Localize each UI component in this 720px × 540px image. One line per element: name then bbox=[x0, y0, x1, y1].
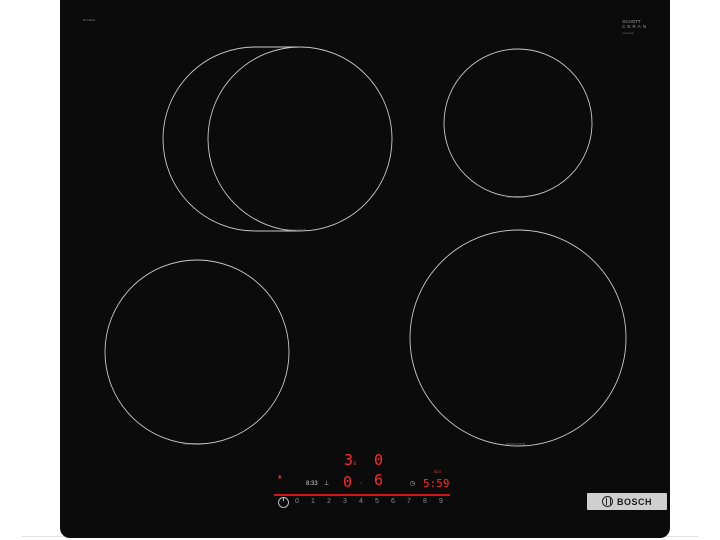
timer-display[interactable]: 5:59 bbox=[423, 478, 450, 489]
ceran-text: CERAN bbox=[622, 24, 648, 29]
flex-zone-left-ring bbox=[162, 46, 256, 232]
zone-bottom-left-ring bbox=[104, 259, 290, 445]
slider-number[interactable]: 5 bbox=[375, 498, 379, 505]
zone-label-top-right: INDUCTION bbox=[506, 195, 526, 199]
timer-icon[interactable]: ◷ bbox=[410, 480, 415, 487]
timer-unit-label: min bbox=[434, 469, 442, 474]
cooking-zones bbox=[104, 46, 627, 447]
zone-top-right-ring bbox=[443, 48, 593, 198]
slider-number[interactable]: 0 bbox=[295, 498, 299, 505]
zone-top-right-display[interactable]: 0 bbox=[374, 453, 383, 468]
slider-number[interactable]: 8 bbox=[423, 498, 427, 505]
zone-top-left-display[interactable]: 3s bbox=[344, 453, 357, 468]
flex-zone-icon[interactable]: ◦ bbox=[360, 481, 362, 487]
schott-ceran-logo: SCHOTT CERAN ceran.com bbox=[622, 19, 648, 36]
zone-bottom-left-display[interactable]: 0 bbox=[343, 475, 352, 490]
slider-number[interactable]: 1 bbox=[311, 498, 315, 505]
bosch-brand-plate: BOSCH bbox=[587, 493, 667, 510]
slider-number[interactable]: 2 bbox=[327, 498, 331, 505]
slider-number[interactable]: 6 bbox=[391, 498, 395, 505]
zone-label-flex: INDUCTION bbox=[287, 228, 307, 232]
slider-number[interactable]: 7 bbox=[407, 498, 411, 505]
clock-icon[interactable]: 8:33 bbox=[306, 481, 318, 487]
zone-bottom-right-ring bbox=[409, 229, 627, 447]
flex-zone-right-ring bbox=[207, 46, 393, 232]
zone-top-left-level: 3 bbox=[344, 451, 354, 469]
slider-number[interactable]: 9 bbox=[439, 498, 443, 505]
bosch-logo-icon bbox=[601, 496, 613, 507]
slider-number[interactable]: 3 bbox=[343, 498, 347, 505]
power-icon[interactable] bbox=[278, 497, 289, 508]
slider-number[interactable]: 4 bbox=[359, 498, 363, 505]
zone-label-bottom-left: INDUCTION bbox=[183, 442, 203, 446]
touch-slider-bar[interactable] bbox=[274, 494, 450, 496]
cooktop-glass-panel: Produkt SCHOTT CERAN ceran.com INDUCTION… bbox=[60, 0, 670, 538]
lock-icon[interactable]: ⊥ bbox=[324, 480, 329, 487]
model-label: Produkt bbox=[83, 18, 96, 22]
brand-name: BOSCH bbox=[616, 496, 652, 507]
zone-label-bottom-right: INDUCTION bbox=[506, 442, 526, 446]
zone-bottom-right-display[interactable]: 6 bbox=[374, 473, 383, 488]
zone-top-left-suffix: s bbox=[353, 460, 357, 467]
alert-indicator-icon: ▲ bbox=[278, 473, 282, 480]
ceran-url: ceran.com bbox=[622, 32, 634, 35]
